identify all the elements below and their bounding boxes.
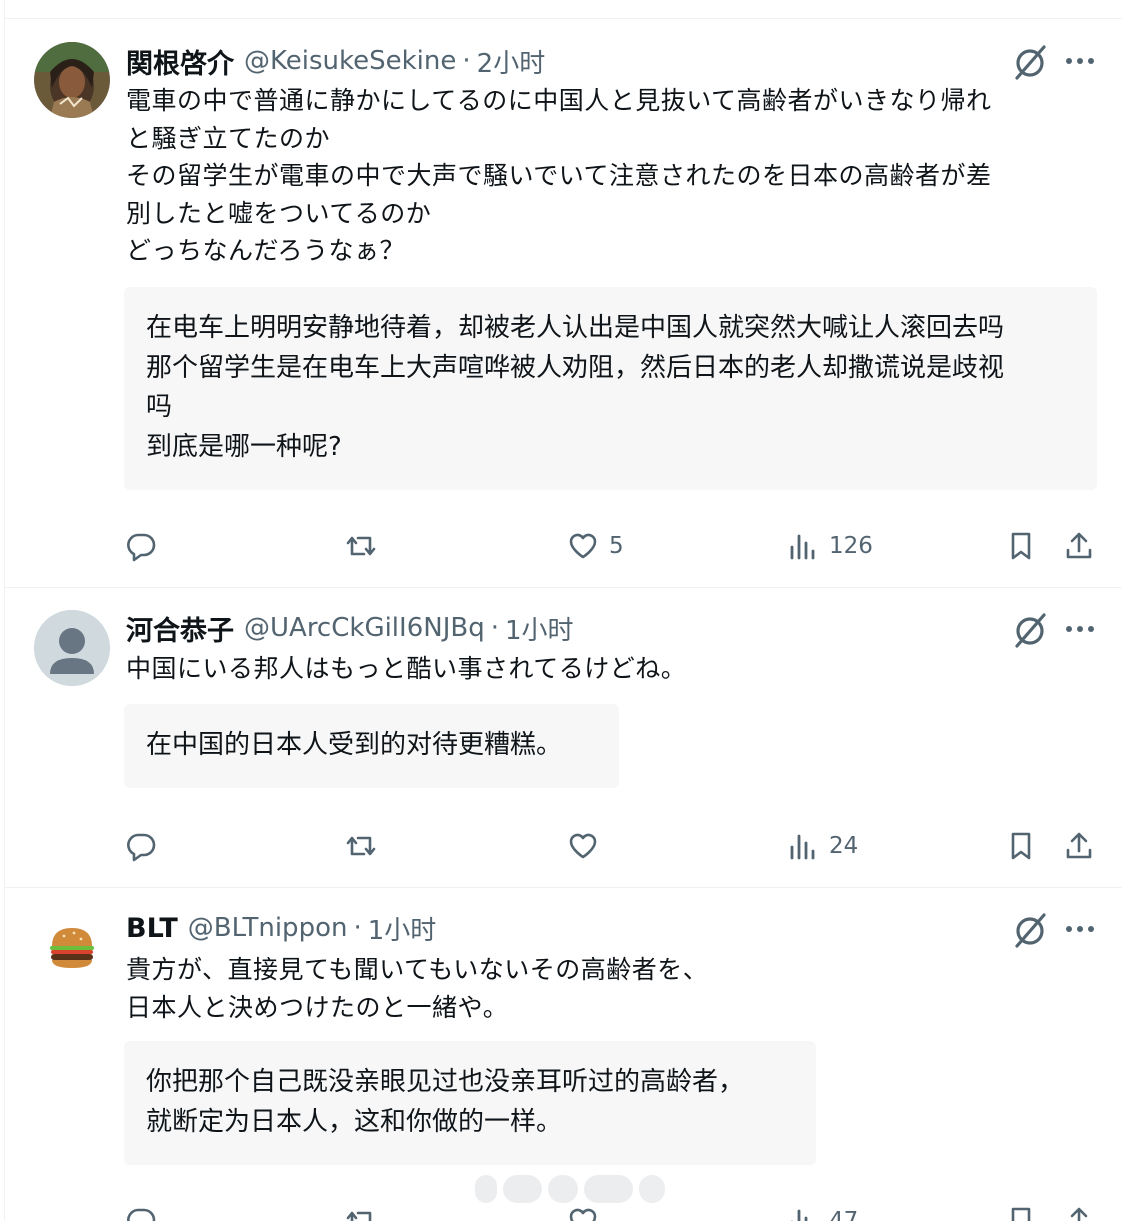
repost-icon <box>346 836 376 856</box>
bookmark-button[interactable] <box>1005 826 1037 866</box>
share-icon <box>1066 532 1092 559</box>
repost-button[interactable] <box>345 526 377 566</box>
views-icon <box>791 1209 808 1221</box>
repost-button[interactable] <box>345 1201 377 1221</box>
timestamp[interactable]: 2小时 <box>477 43 546 80</box>
views-button[interactable]: 24 <box>787 826 858 866</box>
bookmark-icon <box>1011 832 1031 860</box>
timeline: 関根啓介 @KeisukeSekine · 2小时 電車の中で普通に静かにしてる… <box>4 0 1122 1221</box>
bookmark-icon <box>1011 1207 1031 1221</box>
avatar[interactable] <box>34 42 110 118</box>
post-text-line: 別したと嘘をついてるのか <box>126 198 432 228</box>
share-button[interactable] <box>1063 526 1095 566</box>
share-icon <box>1070 1207 1088 1221</box>
like-button[interactable] <box>567 826 609 866</box>
post-text: 中国にいる邦人はもっと酷い事されてるけどね。 <box>126 650 1101 688</box>
view-count: 126 <box>829 533 873 559</box>
share-icon <box>1066 832 1092 859</box>
action-bar: 24 <box>5 826 1122 866</box>
timestamp[interactable]: 1小时 <box>368 910 437 947</box>
translation-box: 在中国的日本人受到的对待更糟糕。 <box>124 704 619 788</box>
like-count: 5 <box>609 533 624 559</box>
watermark <box>475 1175 665 1207</box>
grok-icon[interactable] <box>1010 610 1050 650</box>
more-icon[interactable] <box>1062 46 1098 76</box>
post[interactable]: 関根啓介 @KeisukeSekine · 2小时 電車の中で普通に静かにしてる… <box>5 20 1122 588</box>
post-text-line: どっちなんだろうなぁ？ <box>126 236 406 265</box>
views-button[interactable]: 47 <box>787 1201 858 1221</box>
more-icon[interactable] <box>1062 914 1098 944</box>
reply-button[interactable] <box>125 526 157 566</box>
post-header: 河合恭子 @UArcCkGilI6NJBq · 1小时 <box>126 609 574 648</box>
post-text: 電車の中で普通に静かにしてるのに中国人と見抜いて高齢者がいきなり帰れ と騒ぎ立て… <box>126 82 1101 270</box>
like-button[interactable]: 5 <box>567 526 624 566</box>
previous-post-edge <box>5 0 1122 19</box>
post-text-line: 日本人と決めつけたのと一緒や。 <box>126 992 509 1022</box>
post[interactable]: 河合恭子 @UArcCkGilI6NJBq · 1小时 中国にいる邦人はもっと酷… <box>5 588 1122 888</box>
views-button[interactable]: 126 <box>787 526 873 566</box>
avatar[interactable] <box>34 910 110 986</box>
translation-line: 那个留学生是在电车上大声喧哗被人劝阻，然后日本的老人却撒谎说是歧视 <box>146 352 1005 383</box>
grok-icon[interactable] <box>1010 910 1050 950</box>
view-count: 47 <box>829 1208 859 1221</box>
post-header: BLT @BLTnippon · 1小时 <box>126 910 437 947</box>
action-bar: 5 126 <box>5 526 1122 566</box>
user-handle[interactable]: @KeisukeSekine <box>244 46 456 76</box>
display-name[interactable]: BLT <box>126 913 178 944</box>
reply-button[interactable] <box>125 1201 157 1221</box>
reply-icon <box>127 833 156 862</box>
translation-line: 在电车上明明安静地待着，却被老人认出是中国人就突然大喊让人滚回去吗 <box>146 313 1005 343</box>
post-text-line: と騒ぎ立てたのか <box>126 123 331 153</box>
burger-icon <box>34 910 110 986</box>
separator-dot: · <box>353 913 362 943</box>
translation-line: 你把那个自己既没亲眼见过也没亲耳听过的高龄者， <box>146 1067 745 1097</box>
post-text-line: 電車の中で普通に静かにしてるのに中国人と見抜いて高齢者がいきなり帰れ <box>126 86 992 115</box>
separator-dot: · <box>462 46 471 76</box>
views-icon <box>790 534 815 560</box>
view-count: 24 <box>829 833 859 859</box>
post-text-line: その留学生が電車の中で大声で騒いでいて注意されたのを日本の高齢者が差 <box>126 161 992 190</box>
post-text-line: 中国にいる邦人はもっと酷い事されてるけどね。 <box>126 654 687 683</box>
repost-icon <box>346 1211 372 1221</box>
heart-icon <box>569 833 597 859</box>
bookmark-button[interactable] <box>1005 526 1037 566</box>
share-button[interactable] <box>1063 826 1095 866</box>
share-button[interactable] <box>1063 1201 1095 1221</box>
heart-icon <box>569 1208 597 1221</box>
translation-box: 你把那个自己既没亲眼见过也没亲耳听过的高龄者， 就断定为日本人，这和你做的一样。 <box>124 1041 816 1165</box>
post-header: 関根啓介 @KeisukeSekine · 2小时 <box>126 42 546 81</box>
post[interactable]: BLT @BLTnippon · 1小时 貴方が、直接見ても聞いてもいないその高… <box>5 888 1122 1221</box>
timestamp[interactable]: 1小时 <box>505 610 574 647</box>
grok-icon[interactable] <box>1010 42 1050 82</box>
translation-line: 就断定为日本人，这和你做的一样。 <box>146 1106 563 1137</box>
avatar[interactable] <box>34 610 110 686</box>
user-handle[interactable]: @UArcCkGilI6NJBq <box>244 613 485 643</box>
user-handle[interactable]: @BLTnippon <box>188 913 348 943</box>
reply-icon <box>127 533 156 562</box>
views-icon <box>790 834 815 860</box>
post-text: 貴方が、直接見ても聞いてもいないその高齢者を、 日本人と決めつけたのと一緒や。 <box>126 951 1101 1026</box>
translation-line: 到底是哪一种呢? <box>146 431 342 462</box>
display-name[interactable]: 関根啓介 <box>126 42 234 81</box>
repost-icon <box>346 536 376 556</box>
reply-button[interactable] <box>125 826 157 866</box>
reply-icon <box>127 1208 156 1221</box>
translation-line: 在中国的日本人受到的对待更糟糕。 <box>146 730 563 760</box>
translation-box: 在电车上明明安静地待着，却被老人认出是中国人就突然大喊让人滚回去吗 那个留学生是… <box>124 287 1097 490</box>
bookmark-icon <box>1011 532 1031 560</box>
repost-button[interactable] <box>345 826 377 866</box>
bookmark-button[interactable] <box>1005 1201 1037 1221</box>
separator-dot: · <box>490 613 499 643</box>
display-name[interactable]: 河合恭子 <box>126 609 234 648</box>
translation-line: 吗 <box>146 392 173 422</box>
more-icon[interactable] <box>1062 614 1098 644</box>
heart-icon <box>569 533 597 559</box>
post-text-line: 貴方が、直接見ても聞いてもいないその高齢者を、 <box>126 955 709 984</box>
